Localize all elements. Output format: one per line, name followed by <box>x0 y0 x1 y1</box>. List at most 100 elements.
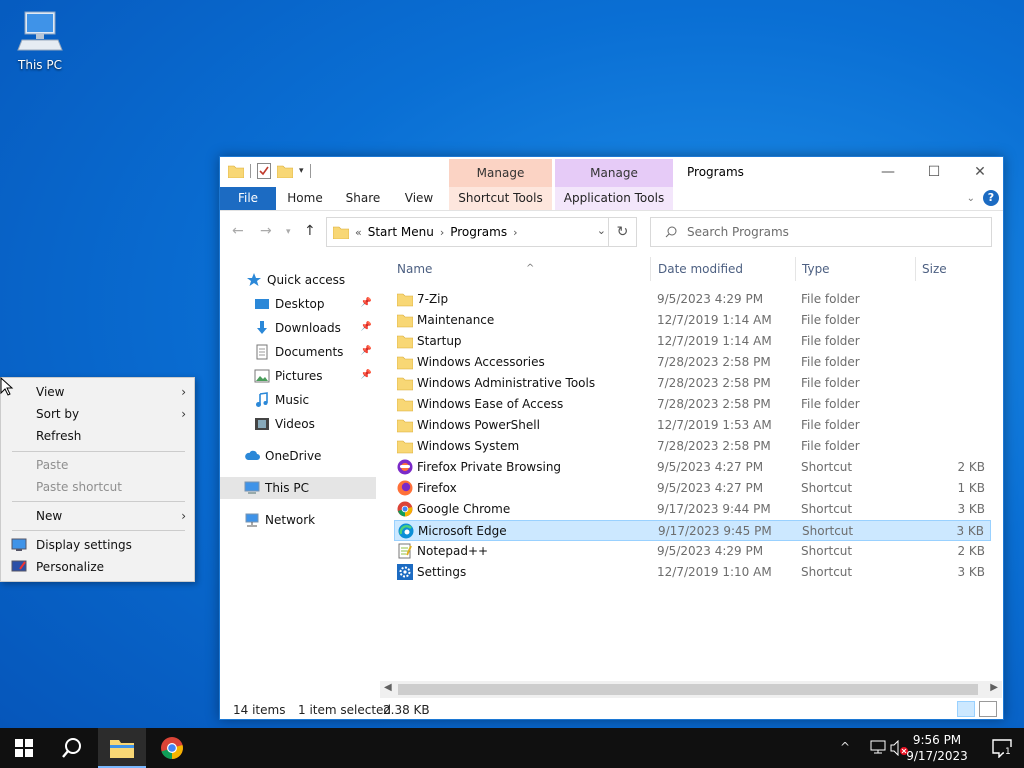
file-row[interactable]: Notepad++ 9/5/2023 4:29 PM Shortcut 2 KB <box>394 541 991 562</box>
breadcrumb-start-menu[interactable]: Start Menu <box>368 225 434 239</box>
file-row[interactable]: Windows Ease of Access 7/28/2023 2:58 PM F… <box>394 394 991 415</box>
maximize-button[interactable]: ☐ <box>911 157 957 187</box>
file-date: 9/17/2023 9:45 PM <box>658 524 772 538</box>
breadcrumb-separator[interactable]: › <box>513 226 517 239</box>
nav-item-desktop[interactable]: Desktop 📌 <box>220 293 376 315</box>
scrollbar-thumb[interactable] <box>398 684 978 695</box>
file-name: Windows System <box>417 439 520 453</box>
up-arrow-icon[interactable]: ↑ <box>304 223 316 239</box>
nav-item-documents[interactable]: Documents 📌 <box>220 341 376 363</box>
properties-icon[interactable] <box>257 163 271 179</box>
column-separator[interactable] <box>915 257 916 281</box>
tab-shortcut-tools[interactable]: Shortcut Tools <box>449 187 552 210</box>
ribbon-tabs: File Home Share View Shortcut Tools Appl… <box>220 187 1003 211</box>
nav-this-pc[interactable]: This PC <box>220 477 376 499</box>
file-row[interactable]: Firefox 9/5/2023 4:27 PM Shortcut 1 KB <box>394 478 991 499</box>
nav-item-music[interactable]: Music <box>220 389 376 411</box>
customize-toolbar-icon[interactable]: ▾ <box>299 166 304 176</box>
cloud-icon <box>244 448 260 464</box>
tab-view[interactable]: View <box>398 187 440 210</box>
desktop-icon-this-pc[interactable]: This PC <box>12 8 68 72</box>
folder-icon <box>397 312 413 328</box>
back-arrow-icon[interactable]: ← <box>232 223 244 239</box>
address-overflow[interactable]: « <box>355 226 362 239</box>
start-button[interactable] <box>0 728 48 768</box>
file-date: 12/7/2019 1:14 AM <box>657 313 772 327</box>
file-size: 3 KB <box>957 565 985 579</box>
column-separator[interactable] <box>795 257 796 281</box>
refresh-icon[interactable]: ↻ <box>608 218 636 246</box>
address-dropdown-icon[interactable]: ⌄ <box>597 224 606 237</box>
menu-item-sort-by[interactable]: Sort by › <box>1 403 194 425</box>
file-row[interactable]: Firefox Private Browsing 9/5/2023 4:27 PM… <box>394 457 991 478</box>
column-header-name[interactable]: Name ^ <box>397 257 647 281</box>
details-view-icon[interactable] <box>957 701 975 717</box>
taskbar-chrome[interactable] <box>148 728 196 768</box>
network-icon[interactable] <box>870 740 886 754</box>
close-button[interactable]: ✕ <box>957 157 1003 187</box>
sort-ascending-icon: ^ <box>526 263 535 274</box>
file-name: Windows Administrative Tools <box>417 376 596 390</box>
column-separator[interactable] <box>650 257 651 281</box>
scroll-right-icon[interactable]: ▶ <box>990 682 998 693</box>
tab-application-tools[interactable]: Application Tools <box>555 187 673 210</box>
recent-locations-icon[interactable]: ▾ <box>286 227 291 237</box>
taskbar-file-explorer[interactable] <box>98 728 146 768</box>
menu-item-personalize[interactable]: Personalize <box>1 556 194 578</box>
nav-item-downloads[interactable]: Downloads 📌 <box>220 317 376 339</box>
large-icons-view-icon[interactable] <box>979 701 997 717</box>
horizontal-scrollbar[interactable]: ◀ ▶ <box>380 681 1002 698</box>
display-settings-icon <box>11 537 27 553</box>
nav-item-label: Documents <box>275 345 344 359</box>
menu-item-view[interactable]: View › <box>1 381 194 403</box>
file-row[interactable]: Google Chrome 9/17/2023 9:44 PM Shortcut 3 … <box>394 499 991 520</box>
mouse-cursor-icon <box>0 377 14 397</box>
show-hidden-icons-icon[interactable]: ^ <box>840 740 850 754</box>
file-row[interactable]: Maintenance 12/7/2019 1:14 AM File folder <box>394 310 991 331</box>
forward-arrow-icon[interactable]: → <box>260 223 272 239</box>
file-row[interactable]: Windows PowerShell 12/7/2019 1:53 AM File … <box>394 415 991 436</box>
nav-item-pictures[interactable]: Pictures 📌 <box>220 365 376 387</box>
file-row[interactable]: Windows Accessories 7/28/2023 2:58 PM File… <box>394 352 991 373</box>
documents-icon <box>254 344 270 360</box>
pin-icon: 📌 <box>360 370 372 380</box>
address-bar[interactable]: « Start Menu › Programs › ⌄ ↻ <box>326 217 637 247</box>
tab-file[interactable]: File <box>220 187 276 210</box>
file-name: Maintenance <box>417 313 495 327</box>
file-date: 12/7/2019 1:14 AM <box>657 334 772 348</box>
notification-center-button[interactable]: 1 <box>992 738 1012 758</box>
scroll-left-icon[interactable]: ◀ <box>384 682 392 693</box>
file-row[interactable]: Startup 12/7/2019 1:14 AM File folder <box>394 331 991 352</box>
menu-item-paste: Paste <box>36 458 69 472</box>
breadcrumb-programs[interactable]: Programs <box>450 225 507 239</box>
help-button[interactable]: ? <box>983 190 999 206</box>
breadcrumb-separator[interactable]: › <box>440 226 444 239</box>
tab-home[interactable]: Home <box>282 187 328 210</box>
title-bar[interactable]: ▾ Manage Manage Programs — ☐ ✕ <box>220 157 1003 187</box>
expand-ribbon-icon[interactable]: ⌄ <box>967 193 975 204</box>
file-row[interactable]: Windows System 7/28/2023 2:58 PM File fold… <box>394 436 991 457</box>
column-header-size[interactable]: Size <box>922 257 947 281</box>
clock[interactable]: 9:56 PM 9/17/2023 <box>902 732 972 764</box>
file-row[interactable]: Settings 12/7/2019 1:10 AM Shortcut 3 KB <box>394 562 991 583</box>
file-type: File folder <box>801 292 860 306</box>
tab-share[interactable]: Share <box>338 187 388 210</box>
file-row[interactable]: Windows Administrative Tools 7/28/2023 2:… <box>394 373 991 394</box>
menu-item-display-settings[interactable]: Display settings <box>1 534 194 556</box>
menu-item-refresh[interactable]: Refresh <box>1 425 194 447</box>
column-header-date[interactable]: Date modified <box>658 257 743 281</box>
nav-onedrive[interactable]: OneDrive <box>220 445 376 467</box>
minimize-button[interactable]: — <box>865 157 911 187</box>
column-header-type[interactable]: Type <box>802 257 830 281</box>
nav-network[interactable]: Network <box>220 509 376 531</box>
menu-item-new[interactable]: New › <box>1 505 194 527</box>
file-row[interactable]: Microsoft Edge 9/17/2023 9:45 PM Shortcut 3… <box>394 520 991 541</box>
nav-quick-access[interactable]: Quick access <box>220 269 376 291</box>
folder-icon <box>228 164 244 178</box>
search-input[interactable]: Search Programs <box>650 217 992 247</box>
new-folder-icon[interactable] <box>277 164 293 178</box>
nav-item-label: Videos <box>275 417 315 431</box>
search-button[interactable] <box>48 728 96 768</box>
file-row[interactable]: 7-Zip 9/5/2023 4:29 PM File folder <box>394 289 991 310</box>
nav-item-videos[interactable]: Videos <box>220 413 376 435</box>
